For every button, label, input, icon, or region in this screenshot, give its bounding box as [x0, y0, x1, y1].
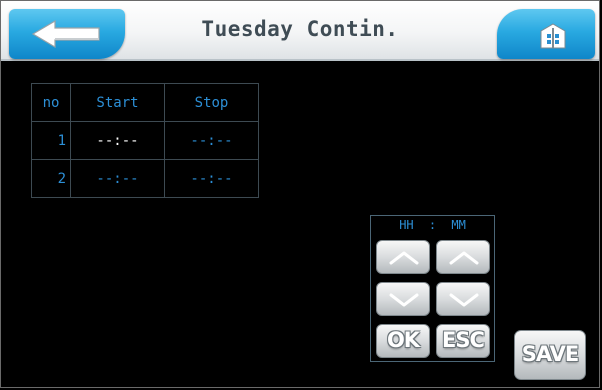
keypad-header: HH : MM: [371, 218, 494, 232]
column-header-no: no: [31, 83, 71, 122]
row-number: 1: [31, 121, 71, 160]
column-header-start: Start: [70, 83, 165, 122]
chevron-up-icon: [389, 251, 419, 265]
hours-down-button[interactable]: [376, 282, 430, 316]
table-row: 1 --:-- --:--: [31, 121, 259, 160]
separator-label: :: [428, 218, 437, 232]
minutes-label: MM: [451, 218, 466, 232]
header-bar: Tuesday Contin.: [1, 1, 599, 61]
stop-time-cell[interactable]: --:--: [164, 121, 259, 160]
ok-label: OK: [386, 328, 420, 352]
home-icon: [540, 23, 566, 49]
chevron-down-icon: [389, 293, 419, 307]
save-label: SAVE: [521, 342, 580, 366]
chevron-down-icon: [449, 293, 479, 307]
home-button[interactable]: [497, 9, 595, 59]
schedule-table: no Start Stop 1 --:-- --:-- 2 --:-- --:-…: [31, 83, 259, 198]
esc-label: ESC: [442, 328, 485, 352]
hours-up-button[interactable]: [376, 240, 430, 274]
esc-button[interactable]: ESC: [436, 324, 490, 358]
row-number: 2: [31, 159, 71, 198]
time-keypad: HH : MM OK ESC: [370, 215, 495, 362]
table-row: 2 --:-- --:--: [31, 159, 259, 198]
stop-time-cell[interactable]: --:--: [164, 159, 259, 198]
minutes-down-button[interactable]: [436, 282, 490, 316]
minutes-up-button[interactable]: [436, 240, 490, 274]
column-header-stop: Stop: [164, 83, 259, 122]
start-time-cell[interactable]: --:--: [70, 121, 165, 160]
hours-label: HH: [399, 218, 414, 232]
table-header-row: no Start Stop: [31, 83, 259, 122]
start-time-cell[interactable]: --:--: [70, 159, 165, 198]
save-button[interactable]: SAVE: [514, 330, 586, 380]
chevron-up-icon: [449, 251, 479, 265]
ok-button[interactable]: OK: [376, 324, 430, 358]
